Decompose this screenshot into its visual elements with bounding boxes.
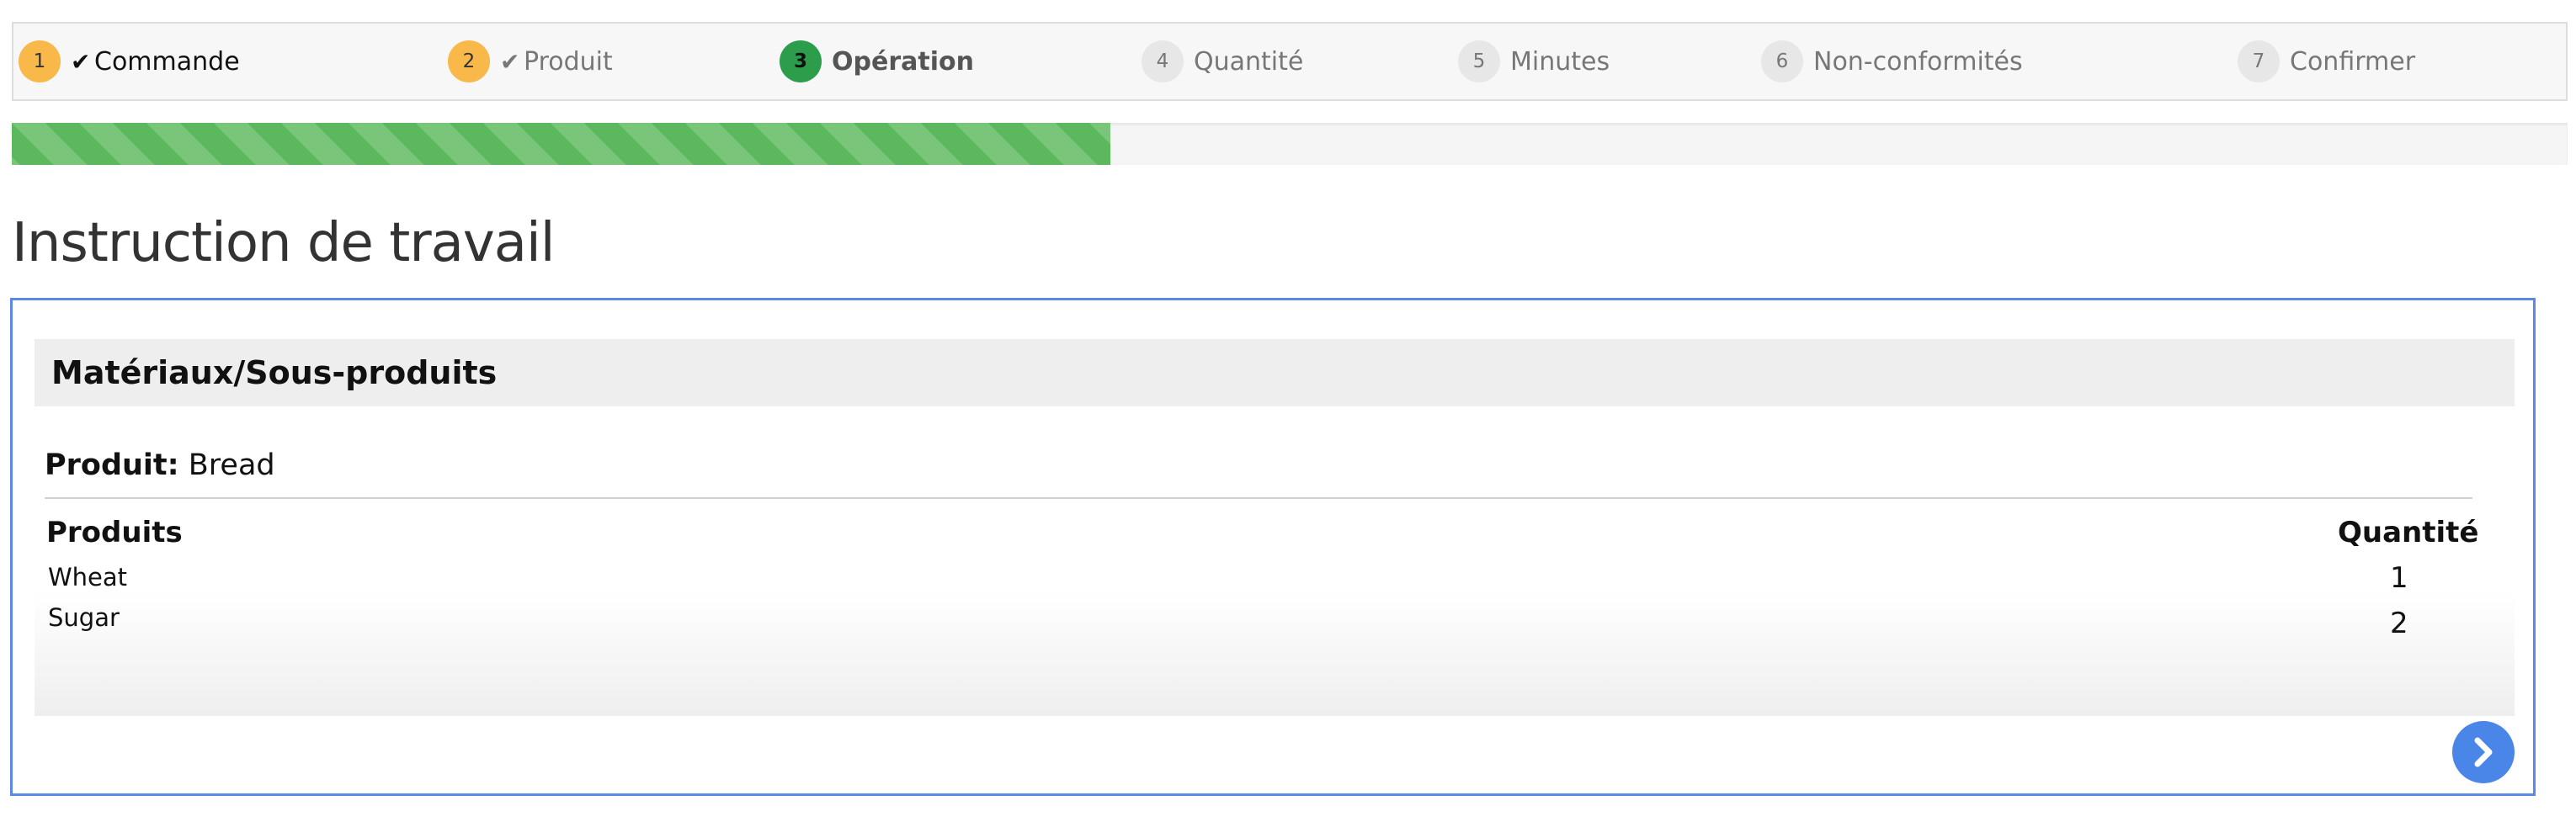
- next-button[interactable]: [2452, 721, 2515, 783]
- progress-bar-fill: [12, 123, 1111, 165]
- materials-section: Matériaux/Sous-produits Produit: Bread P…: [35, 339, 2515, 716]
- step-commande[interactable]: 1 ✔ Commande: [19, 24, 240, 99]
- step-label: Opération: [832, 46, 974, 77]
- wizard-steps: 1 ✔ Commande 2 ✔ Produit 3 Opération 4 Q…: [12, 22, 2568, 101]
- step-non-conformites[interactable]: 6 Non-conformités: [1761, 24, 2023, 99]
- step-label: Non-conformités: [1813, 46, 2023, 77]
- step-number-badge: 7: [2238, 40, 2280, 82]
- product-value: Bread: [188, 448, 275, 482]
- section-heading: Matériaux/Sous-produits: [35, 339, 2515, 406]
- page-title: Instruction de travail: [12, 212, 555, 274]
- progress-bar: [12, 123, 2568, 165]
- step-label: Confirmer: [2290, 46, 2416, 77]
- product-key: Produit:: [45, 448, 179, 482]
- product-line: Produit: Bread: [45, 448, 275, 482]
- material-name: Wheat: [48, 563, 128, 591]
- step-number-badge: 3: [780, 40, 822, 82]
- column-header-products: Produits: [46, 516, 183, 549]
- checkmark-icon: ✔: [71, 47, 91, 76]
- step-number-badge: 4: [1142, 40, 1184, 82]
- step-label: Quantité: [1194, 46, 1304, 77]
- work-instruction-panel: Matériaux/Sous-produits Produit: Bread P…: [10, 298, 2536, 796]
- chevron-right-icon: [2474, 737, 2493, 767]
- step-number-badge: 2: [448, 40, 490, 82]
- step-confirmer[interactable]: 7 Confirmer: [2238, 24, 2415, 99]
- checkmark-icon: ✔: [500, 47, 520, 76]
- material-quantity: 1: [2390, 561, 2408, 595]
- step-number-badge: 1: [19, 40, 61, 82]
- step-label: Commande: [94, 46, 240, 77]
- step-operation[interactable]: 3 Opération: [780, 24, 974, 99]
- material-name: Sugar: [48, 603, 120, 632]
- step-number-badge: 6: [1761, 40, 1803, 82]
- divider: [45, 497, 2472, 499]
- step-quantite[interactable]: 4 Quantité: [1142, 24, 1303, 99]
- step-produit[interactable]: 2 ✔ Produit: [448, 24, 613, 99]
- step-number-badge: 5: [1458, 40, 1500, 82]
- step-label: Produit: [524, 46, 613, 77]
- material-quantity: 2: [2390, 607, 2408, 640]
- step-minutes[interactable]: 5 Minutes: [1458, 24, 1610, 99]
- step-label: Minutes: [1510, 46, 1610, 77]
- column-header-quantity: Quantité: [2338, 516, 2479, 549]
